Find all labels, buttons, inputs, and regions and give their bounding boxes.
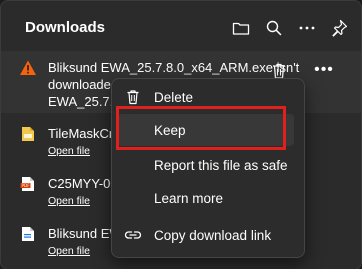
- pin-icon[interactable]: [329, 18, 349, 38]
- panel-title: Downloads: [25, 19, 106, 36]
- more-options-icon[interactable]: [297, 18, 317, 38]
- download-warning-text: Bliksund EWA_25.7.8.0_x64_ARM.exe isn't: [48, 60, 300, 75]
- open-file-link[interactable]: Open file: [48, 245, 90, 257]
- search-icon[interactable]: [264, 18, 284, 38]
- menu-item-label: Keep: [154, 123, 186, 138]
- context-menu: Delete Keep Report this file as safe Lea…: [111, 78, 305, 258]
- menu-item-label: Report this file as safe: [154, 158, 288, 173]
- menu-item-delete[interactable]: Delete: [112, 81, 304, 113]
- menu-item-label: Delete: [154, 90, 194, 105]
- svg-text:PDF: PDF: [22, 183, 31, 188]
- menu-item-report-safe[interactable]: Report this file as safe: [112, 149, 304, 181]
- link-icon: [124, 226, 142, 244]
- download-file-name: C25MYY-000: [48, 176, 112, 191]
- open-file-link[interactable]: Open file: [48, 145, 90, 157]
- file-icon: [19, 125, 37, 143]
- menu-item-copy-link[interactable]: Copy download link: [112, 219, 304, 251]
- pdf-icon: PDF: [19, 175, 37, 193]
- download-warning-status: downloaded: [48, 77, 119, 92]
- download-file-name: TileMaskCre: [48, 126, 118, 141]
- menu-item-label: Copy download link: [154, 228, 272, 243]
- open-file-link[interactable]: Open file: [48, 195, 90, 207]
- warning-icon: [19, 59, 37, 77]
- menu-item-learn-more[interactable]: Learn more: [112, 182, 304, 214]
- menu-item-label: Learn more: [154, 191, 224, 206]
- delete-icon: [124, 88, 142, 106]
- menu-item-keep[interactable]: Keep: [118, 114, 294, 146]
- download-file-name: Bliksund EWA: [48, 226, 112, 241]
- item-more-button[interactable]: •••: [313, 62, 335, 78]
- file-icon: [19, 225, 37, 243]
- folder-icon[interactable]: [231, 18, 251, 38]
